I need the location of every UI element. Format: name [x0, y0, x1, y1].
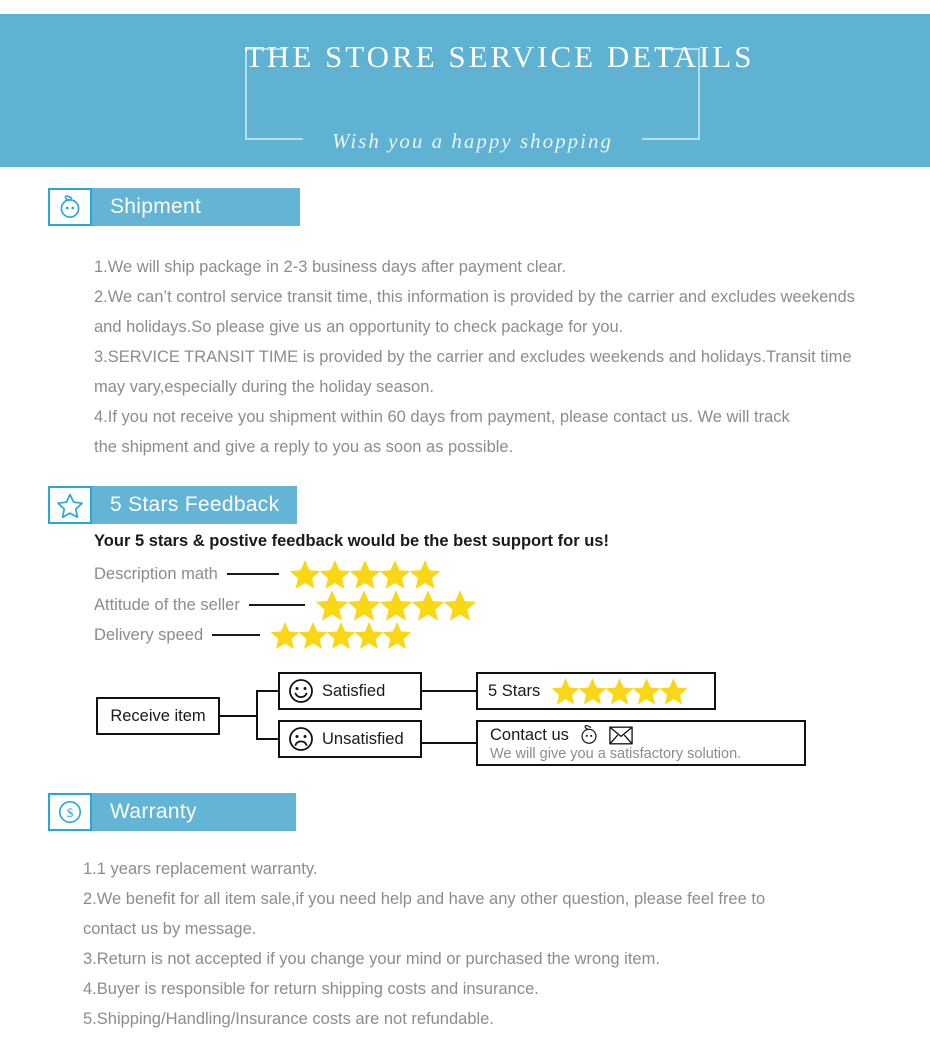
flow-node-receive-item: Receive item	[96, 697, 220, 735]
note-line: 1.We will ship package in 2-3 business d…	[94, 258, 567, 276]
section-title-shipment: Shipment	[110, 195, 202, 218]
star-outline-icon	[48, 486, 92, 524]
note-line: 3.Return is not accepted if you change y…	[83, 950, 660, 968]
flow-node-label: Receive item	[110, 706, 206, 725]
page-subtitle: Wish you a happy shopping	[332, 129, 613, 153]
rating-row: Description math	[94, 558, 441, 590]
svg-text:$: $	[67, 805, 74, 820]
rating-stars	[288, 558, 441, 590]
envelope-icon	[609, 726, 633, 744]
section-header-warranty: $ Warranty	[48, 793, 296, 831]
rating-row: Delivery speed	[94, 620, 412, 650]
rating-label: Delivery speed	[94, 625, 204, 644]
rating-label: Attitude of the seller	[94, 595, 240, 614]
feedback-lead-text: Your 5 stars & postive feedback would be…	[94, 532, 609, 550]
shipment-notes: 1.We will ship package in 2-3 business d…	[94, 252, 855, 462]
section-title-feedback: 5 Stars Feedback	[110, 493, 280, 516]
flow-node-five-stars: 5 Stars	[476, 672, 716, 710]
note-line: 2.We benefit for all item sale,if you ne…	[83, 890, 766, 908]
dollar-circle-icon: $	[48, 793, 92, 831]
flow-stars	[550, 676, 688, 706]
rating-row: Attitude of the seller	[94, 588, 477, 622]
feedback-flowchart: Receive item Satisfied Unsatisfied 5 Sta…	[96, 672, 808, 778]
flow-connector	[256, 690, 258, 740]
note-line: contact us by message.	[83, 920, 257, 938]
flow-node-label: Unsatisfied	[322, 729, 404, 748]
note-line: the shipment and give a reply to you as …	[94, 438, 514, 456]
flow-node-unsatisfied: Unsatisfied	[278, 720, 422, 758]
note-line: 2.We can’t control service transit time,…	[94, 288, 855, 306]
flow-connector	[256, 690, 279, 692]
section-header-shipment: Shipment	[48, 188, 300, 226]
rating-dash	[226, 573, 279, 575]
page-title: THE STORE SERVICE DETAILS	[245, 39, 755, 74]
flow-node-satisfied: Satisfied	[278, 672, 422, 710]
flow-connector	[422, 690, 477, 692]
flow-connector	[256, 738, 279, 740]
note-line: 4.Buyer is responsible for return shippi…	[83, 980, 539, 998]
frowning-face-icon	[289, 727, 313, 751]
rating-stars	[314, 588, 477, 622]
banner-frame: THE STORE SERVICE DETAILS Wish you a hap…	[245, 39, 751, 153]
note-line: and holidays.So please give us an opport…	[94, 318, 624, 336]
rating-stars	[269, 620, 412, 650]
note-line: may vary,especially during the holiday s…	[94, 378, 434, 396]
warranty-notes: 1.1 years replacement warranty. 2.We ben…	[83, 854, 765, 1034]
section-header-feedback: 5 Stars Feedback	[48, 486, 297, 524]
note-line: 1.1 years replacement warranty.	[83, 860, 318, 878]
chat-face-icon	[581, 725, 597, 744]
rating-dash	[212, 634, 261, 636]
note-line: 3.SERVICE TRANSIT TIME is provided by th…	[94, 348, 852, 366]
page-banner: THE STORE SERVICE DETAILS Wish you a hap…	[0, 14, 930, 167]
flow-node-label: 5 Stars	[488, 681, 541, 700]
contact-note: We will give you a satisfactory solution…	[490, 746, 742, 762]
chat-face-icon	[48, 188, 92, 226]
note-line: 4.If you not receive you shipment within…	[94, 408, 790, 426]
note-line: 5.Shipping/Handling/Insurance costs are …	[83, 1010, 494, 1028]
flow-connector	[422, 742, 477, 744]
flow-connector	[220, 715, 258, 717]
flow-node-label: Satisfied	[322, 681, 386, 700]
contact-title-row: Contact us	[490, 724, 633, 746]
flow-node-contact-us: Contact us We will give you a satisfacto…	[476, 720, 806, 766]
smiley-face-icon	[289, 679, 313, 703]
flow-node-label: Contact us	[490, 725, 569, 744]
rating-dash	[248, 604, 305, 606]
section-title-warranty: Warranty	[110, 800, 197, 823]
rating-label: Description math	[94, 564, 218, 583]
